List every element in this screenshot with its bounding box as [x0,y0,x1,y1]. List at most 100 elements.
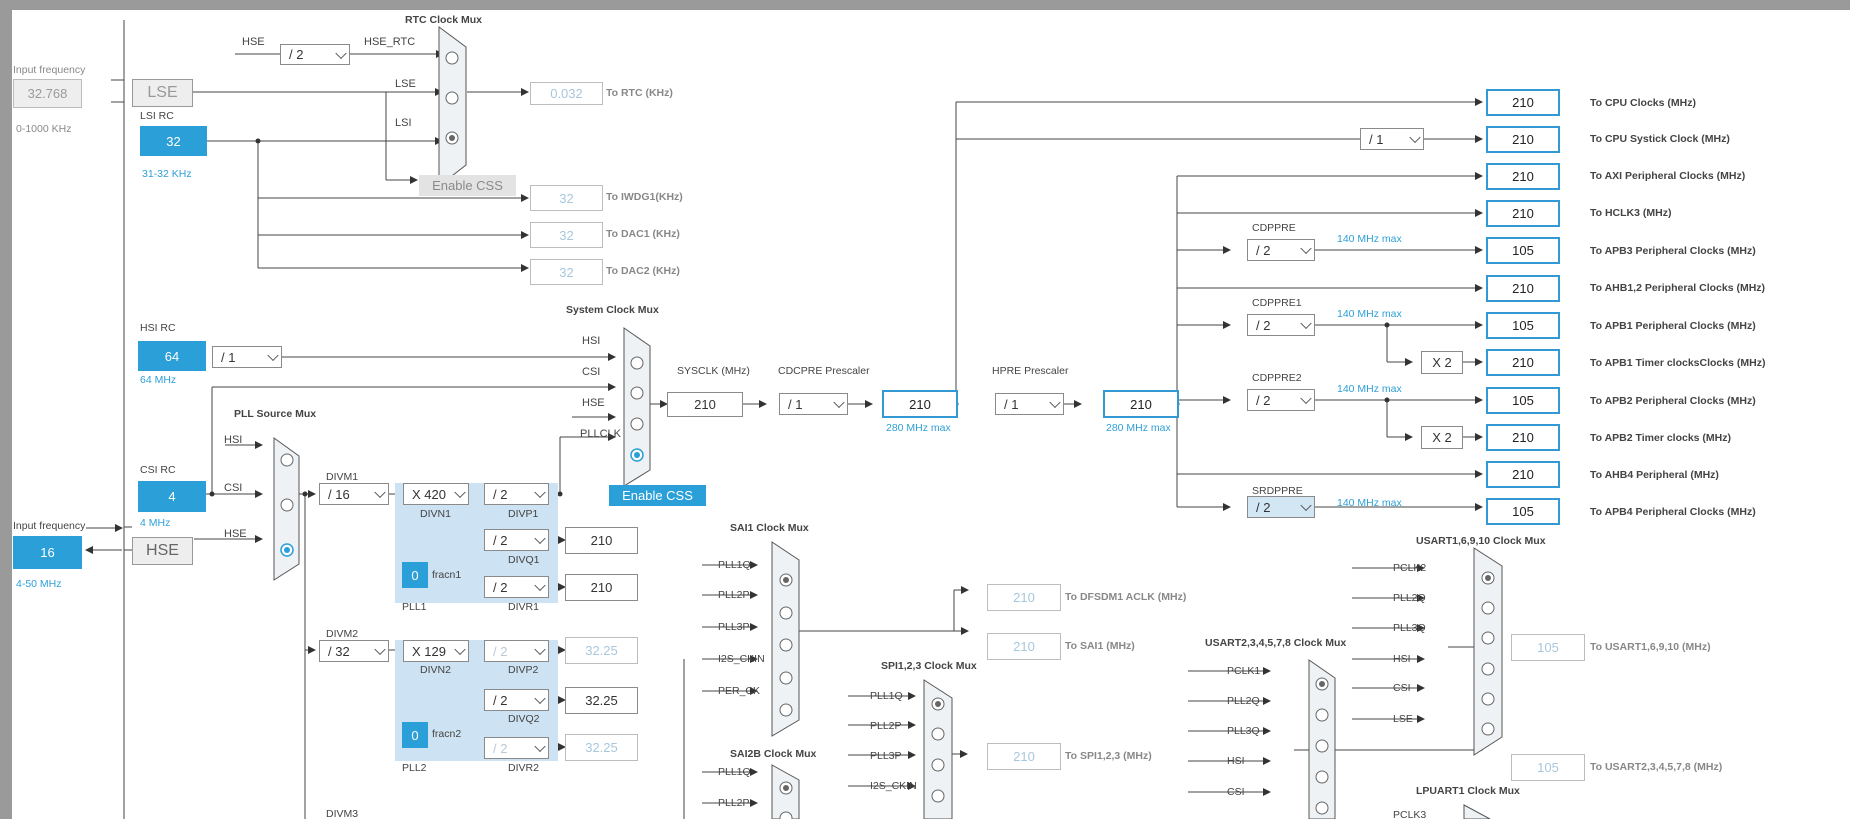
chevron-down-icon [833,396,845,409]
hpre-label: HPRE Prescaler [992,365,1069,377]
spi-output-label: To SPI1,2,3 (MHz) [1065,750,1152,762]
hse-range: 4-50 MHz [16,578,62,590]
hsi-name: HSI RC [140,322,176,334]
divq2-select[interactable]: / 2 [484,689,549,711]
srdppre-max: 140 MHz max [1337,497,1402,509]
apb4-peripheral-output: 105 [1486,498,1560,525]
chevron-down-icon [267,349,279,362]
divm2-select[interactable]: / 32 [319,640,389,662]
rtc-output-value: 0.032 [530,82,603,105]
cpu-clock-max: 280 MHz max [886,422,951,434]
apb2-timer-multiplier: X 2 [1421,426,1463,449]
divn1-select[interactable]: X 420 [403,483,469,505]
usart1-input-hsi: HSI [1393,653,1411,665]
hpre-select[interactable]: / 1 [995,393,1064,415]
sai1-output: 210 [987,633,1061,660]
divr1-select[interactable]: / 2 [484,576,549,598]
sysclk-value: 210 [667,392,743,417]
chevron-down-icon [374,643,386,656]
cdppre2-max: 140 MHz max [1337,383,1402,395]
sysmux-hsi-label: HSI [582,335,601,347]
cdppre1-select[interactable]: / 2 [1247,314,1315,336]
chevron-down-icon [454,486,466,499]
pll-source-mux-title: PLL Source Mux [234,408,317,420]
axi-peripheral-output: 210 [1486,163,1560,190]
fracn2-field[interactable]: 0 [402,722,428,748]
divn2-select[interactable]: X 129 [403,640,469,662]
sai2b-input-pll2p: PLL2P [718,797,750,809]
apb1-timer-multiplier: X 2 [1421,351,1463,374]
lpuart-mux-title: LPUART1 Clock Mux [1416,785,1520,797]
divr2-select[interactable]: / 2 [484,737,549,759]
csi-range: 4 MHz [140,517,171,529]
divq2-output: 32.25 [565,687,638,714]
hsi-source: 64 [138,341,206,371]
usart1-output-label: To USART1,6,9,10 (MHz) [1590,641,1711,653]
divp2-label: DIVP2 [508,664,539,676]
iwdg1-output-value: 32 [530,185,603,211]
cdppre2-select[interactable]: / 2 [1247,389,1315,411]
hclk3-output: 210 [1486,200,1560,227]
usart2-output: 105 [1511,754,1585,781]
usart1-output: 105 [1511,634,1585,661]
apb4-peripheral-label: To APB4 Peripheral Clocks (MHz) [1590,506,1756,518]
hclk3-label: To HCLK3 (MHz) [1590,207,1672,219]
system-mux-title: System Clock Mux [566,304,659,316]
rtc-enable-css-button[interactable]: Enable CSS [419,175,516,196]
divm3-label: DIVM3 [326,808,359,819]
sysmux-hse-label: HSE [582,397,605,409]
usart2-input-hsi: HSI [1227,755,1245,767]
lpuart-mux-shape [1463,804,1491,819]
cpu-clocks-output: 210 [1486,89,1560,116]
rtc-hse-label: HSE [242,36,265,48]
hse-input-field[interactable]: 16 [13,536,82,569]
lsi-range: 31-32 KHz [142,168,192,180]
sai1-input-pll1q: PLL1Q [718,559,751,571]
system-mux-shape [623,327,651,487]
hse-source: HSE [132,537,193,565]
pll-mux-hse-label: HSE [224,528,247,540]
pll2-name: PLL2 [402,762,427,774]
cdppre-label: CDPPRE [1252,222,1296,234]
rtc-hse-divider[interactable]: / 2 [280,44,350,65]
cdcpre-select[interactable]: / 1 [779,393,848,415]
divq1-select[interactable]: / 2 [484,529,549,551]
apb2-peripheral-output: 105 [1486,387,1560,414]
apb2-timer-label: To APB2 Timer clocks (MHz) [1590,432,1732,444]
sysmux-pllclk-label: PLLCLK [580,428,621,440]
srdppre-select[interactable]: / 2 [1247,496,1315,518]
sai1-input-pll2p: PLL2P [718,589,750,601]
dac1-output-value: 32 [530,222,603,248]
usart2-input-csi: CSI [1227,786,1245,798]
hsi-divider[interactable]: / 1 [212,346,282,368]
chevron-down-icon [1300,499,1312,512]
chevron-down-icon [1300,392,1312,405]
fracn1-field[interactable]: 0 [402,562,428,588]
dfsdm-output-label: To DFSDM1 ACLK (MHz) [1065,591,1187,603]
apb2-timer-output: 210 [1486,424,1560,451]
lse-input-field[interactable]: 32.768 [13,79,82,108]
chevron-down-icon [335,47,347,59]
sai2b-input-pll1q: PLL1Q [718,766,751,778]
usart2-input-pll2q: PLL2Q [1227,695,1260,707]
divm1-select[interactable]: / 16 [319,483,389,505]
chevron-down-icon [1300,242,1312,255]
chevron-down-icon [534,579,546,592]
divp1-select[interactable]: / 2 [484,483,549,505]
sai1-input-pll3p: PLL3P [718,621,750,633]
usart1-input-pll3q: PLL3Q [1393,622,1426,634]
pll1-name: PLL1 [402,601,427,613]
divp2-select[interactable]: / 2 [484,640,549,662]
spi-mux-title: SPI1,2,3 Clock Mux [881,660,977,672]
divn1-label: DIVN1 [420,508,451,520]
cdppre1-label: CDPPRE1 [1252,297,1302,309]
cdppre-select[interactable]: / 2 [1247,239,1315,261]
spi-input-i2s-ckin: I2S_CKIN [870,780,917,792]
sys-enable-css-button[interactable]: Enable CSS [609,485,706,506]
chevron-down-icon [534,692,546,705]
rtc-lse-input-label: LSE [395,78,416,90]
hsi-range: 64 MHz [140,374,177,386]
dfsdm-output: 210 [987,584,1061,611]
spi-input-pll3p: PLL3P [870,750,902,762]
systick-divider[interactable]: / 1 [1360,128,1424,150]
